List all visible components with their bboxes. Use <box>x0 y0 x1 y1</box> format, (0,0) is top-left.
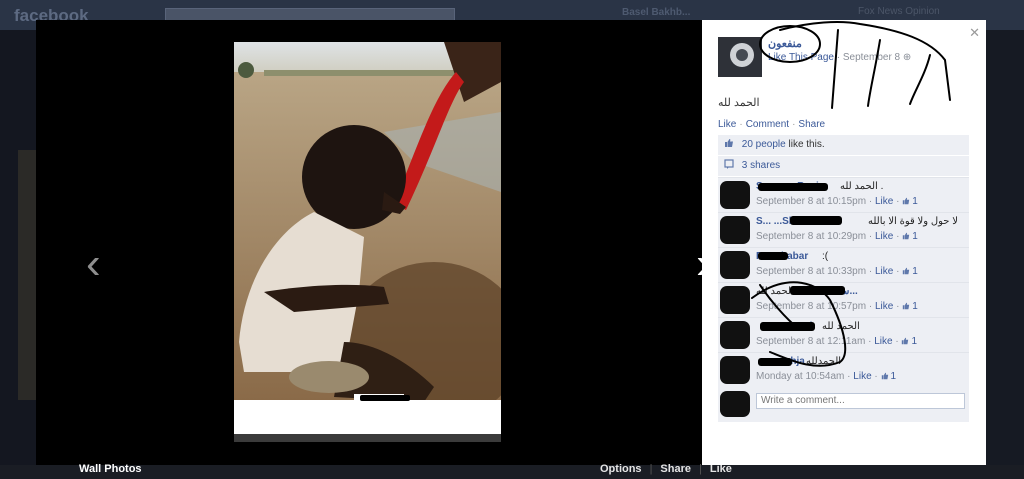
album-title[interactable]: Wall Photos <box>79 463 142 475</box>
thumbs-up-icon <box>881 372 888 380</box>
dot-separator: · <box>739 119 743 130</box>
background-ticker: Fox News Opinion <box>858 6 940 17</box>
comment-meta: September 8 at 10:29pm · Like · 1 <box>756 231 918 242</box>
comment-like-link[interactable]: Like <box>875 196 893 207</box>
commenter-avatar[interactable] <box>720 251 750 279</box>
comment-author-link[interactable]: ...hja <box>782 356 805 367</box>
comment-meta: September 8 at 10:57pm · Like · 1 <box>756 301 918 312</box>
comment-time[interactable]: September 8 at 10:33pm <box>756 266 866 277</box>
commenter-avatar[interactable] <box>720 181 750 209</box>
thumbs-up-icon <box>725 139 733 147</box>
comment-author-link[interactable]: سا... <box>838 286 858 297</box>
comment-time[interactable]: September 8 at 10:57pm <box>756 301 866 312</box>
comment-author-link[interactable]: R... Shabar <box>756 251 808 262</box>
thumbs-up-icon <box>902 337 909 345</box>
comment-meta: September 8 at 12:11am · Like · 1 <box>756 336 918 347</box>
commenter-avatar[interactable] <box>720 216 750 244</box>
thumbs-up-icon <box>903 267 910 275</box>
comment-text: لا حول ولا قوة الا بالله <box>868 216 958 227</box>
dot-separator: · <box>792 119 796 130</box>
comment-item: سا... الحمد لله September 8 at 10:57pm ·… <box>718 282 969 317</box>
background-footer <box>0 465 1024 479</box>
post-share-link[interactable]: Share <box>798 119 825 130</box>
post-text: الحمد لله <box>718 97 760 109</box>
post-comment-link[interactable]: Comment <box>746 119 789 130</box>
comment-text: الحمد لله <box>756 286 794 297</box>
comment-item: Somaya Ragir الحمد لله . September 8 at … <box>718 177 969 212</box>
background-thumbnail <box>18 150 36 400</box>
comment-meta: Monday at 10:54am · Like · 1 <box>756 371 897 382</box>
photo-illustration <box>234 42 501 442</box>
comment-time[interactable]: September 8 at 10:15pm <box>756 196 866 207</box>
comment-item: S... ...Sh..hat لا حول ولا قوة الا بالله… <box>718 212 969 247</box>
comment-author-link[interactable]: ...awi <box>788 321 812 332</box>
comment-time[interactable]: September 8 at 10:29pm <box>756 231 866 242</box>
thumbs-up-icon <box>903 232 910 240</box>
comment-like-link[interactable]: Like <box>874 336 892 347</box>
comment-like-count[interactable]: 1 <box>912 231 918 242</box>
comment-like-link[interactable]: Like <box>853 371 871 382</box>
comment-text: :( <box>822 251 829 262</box>
post-date[interactable]: September 8 <box>843 52 900 63</box>
shares-count-link[interactable]: 3 shares <box>742 160 780 171</box>
comment-composer: Write a comment... <box>718 387 969 422</box>
photo-image[interactable] <box>234 42 501 442</box>
comment-author-link[interactable]: Somaya Ragir <box>756 181 823 192</box>
post-like-link[interactable]: Like <box>718 119 736 130</box>
comment-text: الحمد لله . <box>840 181 884 192</box>
close-icon[interactable]: ✕ <box>969 25 980 41</box>
likes-summary: 20 people like this. <box>718 135 969 155</box>
globe-icon: ⊕ <box>902 52 912 63</box>
comment-text: الحمد لله <box>822 321 860 332</box>
commenter-avatar[interactable] <box>720 356 750 384</box>
comment-like-link[interactable]: Like <box>875 266 893 277</box>
comment-item: ...awi الحمد لله September 8 at 12:11am … <box>718 317 969 352</box>
comment-time[interactable]: September 8 at 12:11am <box>756 336 865 347</box>
comment-like-count[interactable]: 1 <box>912 196 918 207</box>
comment-item: ...hja الحمدلله Monday at 10:54am · Like… <box>718 352 969 387</box>
comment-like-count[interactable]: 1 <box>891 371 897 382</box>
likes-suffix: like this. <box>788 139 825 150</box>
post-actions: Like · Comment · Share <box>718 119 825 130</box>
comment-like-count[interactable]: 1 <box>912 266 918 277</box>
comment-meta: September 8 at 10:15pm · Like · 1 <box>756 196 918 207</box>
shares-summary: 3 shares <box>718 156 969 176</box>
comments-list: Somaya Ragir الحمد لله . September 8 at … <box>718 177 969 387</box>
action-separator: | <box>649 463 653 475</box>
comment-item: R... Shabar :( September 8 at 10:33pm · … <box>718 247 969 282</box>
comment-like-count[interactable]: 1 <box>912 301 918 312</box>
like-page-link[interactable]: Like This Page <box>768 52 834 63</box>
share-button[interactable]: Share <box>660 463 691 475</box>
photo-info-panel: ✕ منفعون Like This Page · September 8 ⊕ … <box>702 20 986 465</box>
comment-time[interactable]: Monday at 10:54am <box>756 371 844 382</box>
comment-like-count[interactable]: 1 <box>911 336 917 347</box>
background-user-link: Basel Bakhb... <box>622 7 691 18</box>
previous-photo-arrow-icon[interactable]: ‹ <box>86 242 101 286</box>
write-comment-input[interactable]: Write a comment... <box>756 393 965 409</box>
page-meta: Like This Page · September 8 ⊕ <box>768 52 911 63</box>
comment-text: الحمدلله <box>806 356 842 367</box>
thumbs-up-icon <box>903 197 910 205</box>
commenter-avatar[interactable] <box>720 286 750 314</box>
comment-like-link[interactable]: Like <box>875 301 893 312</box>
options-button[interactable]: Options <box>600 463 642 475</box>
avatar-illustration <box>718 37 762 77</box>
page-avatar[interactable] <box>718 37 762 77</box>
background-right-column <box>986 30 1024 479</box>
comment-like-link[interactable]: Like <box>875 231 893 242</box>
likes-count-link[interactable]: 20 people <box>742 139 786 150</box>
comment-author-link[interactable]: S... ...Sh..hat <box>756 216 815 227</box>
thumbs-up-icon <box>903 302 910 310</box>
commenter-avatar[interactable] <box>720 321 750 349</box>
share-icon <box>724 159 734 169</box>
current-user-avatar <box>720 391 750 417</box>
page-name-link[interactable]: منفعون <box>768 37 802 50</box>
comment-meta: September 8 at 10:33pm · Like · 1 <box>756 266 918 277</box>
